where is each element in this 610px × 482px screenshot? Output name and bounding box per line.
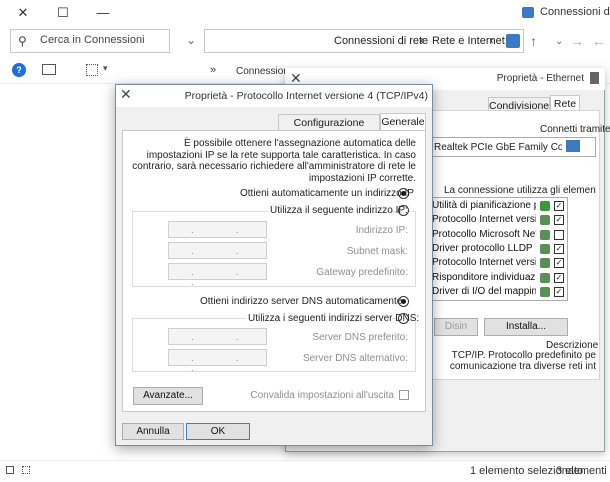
gateway-label: Gateway predefinito: [316,267,408,278]
breadcrumb-sep-icon: ‹ [490,35,494,47]
component-icon [540,201,550,211]
cancel-button[interactable]: Annulla [122,423,184,440]
validate-checkbox[interactable] [399,390,409,400]
list-item[interactable]: Driver protocollo LLDP Mic ✓ [432,243,566,256]
window-title: Connessioni di rete [540,6,610,18]
component-checkbox[interactable] [554,229,564,240]
list-item[interactable]: Protocollo Microsoft Netwo [432,229,566,242]
component-checkbox[interactable]: ✓ [554,201,564,211]
list-item[interactable]: Driver di I/O del mapping d ✓ [432,286,566,299]
forward-arrow-icon[interactable]: → [570,33,584,49]
recent-chevron-icon[interactable]: ⌄ [555,36,563,47]
ethernet-properties-title: Proprietà - Ethernet [496,73,584,84]
list-item[interactable]: Utilità di pianificazione pa ✓ [432,200,566,213]
dns-manual-label[interactable]: Utilizza i seguenti indirizzi server DNS… [246,313,419,324]
toolbar-overflow[interactable]: » [210,64,216,76]
dropdown-chevron-icon[interactable]: ⌄ [186,33,196,47]
component-checkbox[interactable]: ✓ [554,286,564,297]
gateway-field[interactable]: . . . [168,263,267,287]
dialog-title: Proprietà - Protocollo Internet versione… [184,90,428,102]
details-view-icon[interactable] [6,466,14,474]
tiles-view-icon[interactable] [22,466,30,474]
component-icon [540,229,550,240]
connect-using-label: Connetti tramite: [540,124,610,135]
component-label: Utilità di pianificazione pa [432,200,536,211]
component-checkbox[interactable]: ✓ [554,243,564,254]
components-label: La connessione utilizza gli elementi [444,185,596,196]
component-checkbox[interactable]: ✓ [554,215,564,226]
component-icon [540,243,550,254]
minimize-button[interactable]: — [80,0,126,26]
tab-general[interactable]: Generale [380,113,426,131]
install-button[interactable]: Installa... [484,318,568,336]
component-checkbox[interactable]: ✓ [554,258,564,269]
network-adapter-icon [566,140,580,152]
dialog-close-icon[interactable]: ✕ [120,86,132,103]
component-label: Protocollo Internet versione [432,214,536,226]
help-icon[interactable]: ? [12,63,26,77]
component-label: Driver di I/O del mapping d [432,285,536,297]
ip-address-field[interactable]: . . . [168,221,267,245]
subnet-mask-label: Subnet mask: [346,246,408,257]
ip-manual-label[interactable]: Utilizza il seguente indirizzo IP: [268,205,408,216]
uninstall-button[interactable]: Disin [434,318,478,336]
subnet-mask-field[interactable]: . . . [168,242,267,266]
list-item[interactable]: Risponditore individuazione ✓ [432,272,566,285]
component-icon [540,215,550,226]
component-icon [540,258,550,269]
screen: ✕ ☐ — Connessioni di rete Cerca in Conne… [0,0,610,482]
dns-alternate-label: Server DNS alternativo: [302,353,408,364]
ethernet-icon [590,72,599,84]
view-options-icon[interactable] [86,64,98,76]
dns-preferred-label: Server DNS preferito: [312,332,408,343]
preview-pane-icon[interactable] [42,64,56,75]
component-label: Driver protocollo LLDP Mic [432,242,536,254]
ip-auto-label[interactable]: Ottieni automaticamente un indirizzo IP [240,188,414,199]
search-icon: ⚲ [18,34,27,48]
breadcrumb-sep-icon: ‹ [420,35,424,47]
component-label: Protocollo Microsoft Netwo [432,228,536,240]
breadcrumb-current[interactable]: Connessioni di rete [334,35,428,47]
adapter-name: Realtek PCIe GbE Family Co [434,142,562,153]
network-folder-icon [522,7,534,18]
description-text: TCP/IP. Protocollo predefinito pe comuni… [449,350,596,372]
dns-preferred-field[interactable]: . . . [168,328,267,352]
validate-label[interactable]: Convalida impostazioni all'uscita [240,390,394,401]
advanced-button[interactable]: Avanzate... [133,387,203,405]
list-item[interactable]: Protocollo Internet versione ✓ [432,214,566,227]
search-input[interactable]: Cerca in Connessioni di rete [40,34,144,46]
component-label: Protocollo Internet versione [432,257,536,269]
up-arrow-icon[interactable]: ↑ [530,33,537,49]
component-checkbox[interactable]: ✓ [554,272,564,283]
dns-auto-label[interactable]: Ottieni indirizzo server DNS automaticam… [200,296,402,307]
component-label: Risponditore individuazione [432,271,536,283]
back-arrow-icon[interactable]: ← [592,33,606,49]
ip-address-label: Indirizzo IP: [355,225,408,236]
dialog-description: È possibile ottenere l'assegnazione auto… [132,138,416,184]
ok-button[interactable]: OK [186,423,250,440]
component-icon [540,286,550,297]
control-panel-icon [506,34,520,48]
list-item[interactable]: Protocollo Internet versione ✓ [432,257,566,270]
dns-alternate-field[interactable]: . . . [168,349,267,373]
status-count: 3 elementi [556,465,607,477]
view-chevron-icon[interactable]: ▾ [103,63,108,74]
component-icon [540,272,550,283]
